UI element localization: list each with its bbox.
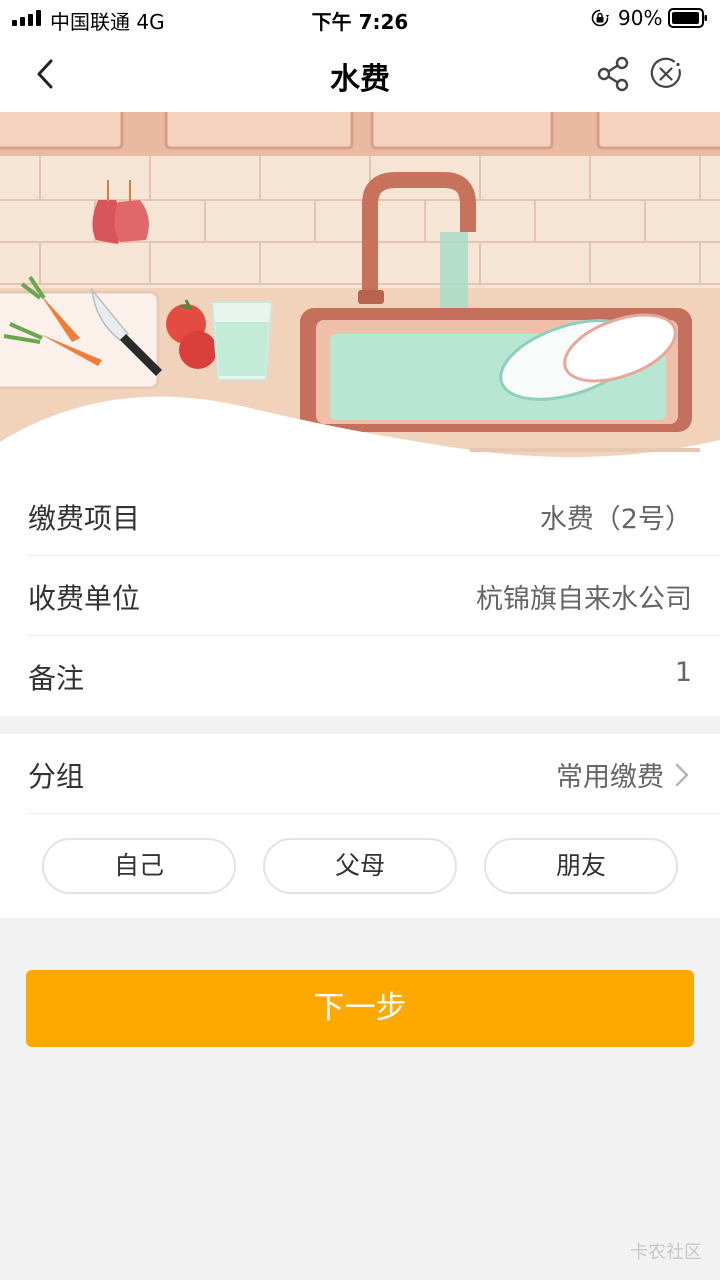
group-row[interactable]: 分组 常用缴费 [28,734,720,814]
group-chip-self[interactable]: 自己 [42,838,236,894]
payee-row: 收费单位 杭锦旗自来水公司 [28,556,720,636]
payment-item-label: 缴费项目 [28,502,141,535]
watermark: 卡农社区 [630,1242,702,1263]
status-time: 下午 7:26 [311,10,409,34]
payee-label: 收费单位 [28,582,141,615]
group-label: 分组 [28,760,85,793]
share-icon[interactable] [594,54,634,94]
group-section: 分组 常用缴费 自己 父母 朋友 [0,734,720,918]
remark-label: 备注 [28,662,85,695]
battery-percent: 90% [618,6,663,30]
payment-item-value: 水费（2号） [539,504,692,535]
banner-illustration [0,112,720,478]
next-step-button[interactable]: 下一步 [26,970,694,1047]
battery-icon [668,8,707,28]
remark-value[interactable]: 1 [675,657,692,688]
group-chip-parents[interactable]: 父母 [263,838,457,894]
group-value[interactable]: 常用缴费 [556,755,664,794]
status-bar: 中国联通 4G 下午 7:26 90% [0,0,720,36]
nav-bar: 水费 [0,36,720,112]
close-icon[interactable] [648,56,684,92]
kitchen-sink-illustration [0,112,720,478]
orientation-lock-icon [591,9,609,27]
group-chip-friends[interactable]: 朋友 [484,838,678,894]
remark-row[interactable]: 备注 1 [28,636,720,716]
payment-info-section: 缴费项目 水费（2号） 收费单位 杭锦旗自来水公司 备注 1 [0,476,720,716]
chevron-right-icon [675,763,689,787]
payee-value: 杭锦旗自来水公司 [476,584,692,615]
payment-item-row: 缴费项目 水费（2号） [28,476,720,556]
